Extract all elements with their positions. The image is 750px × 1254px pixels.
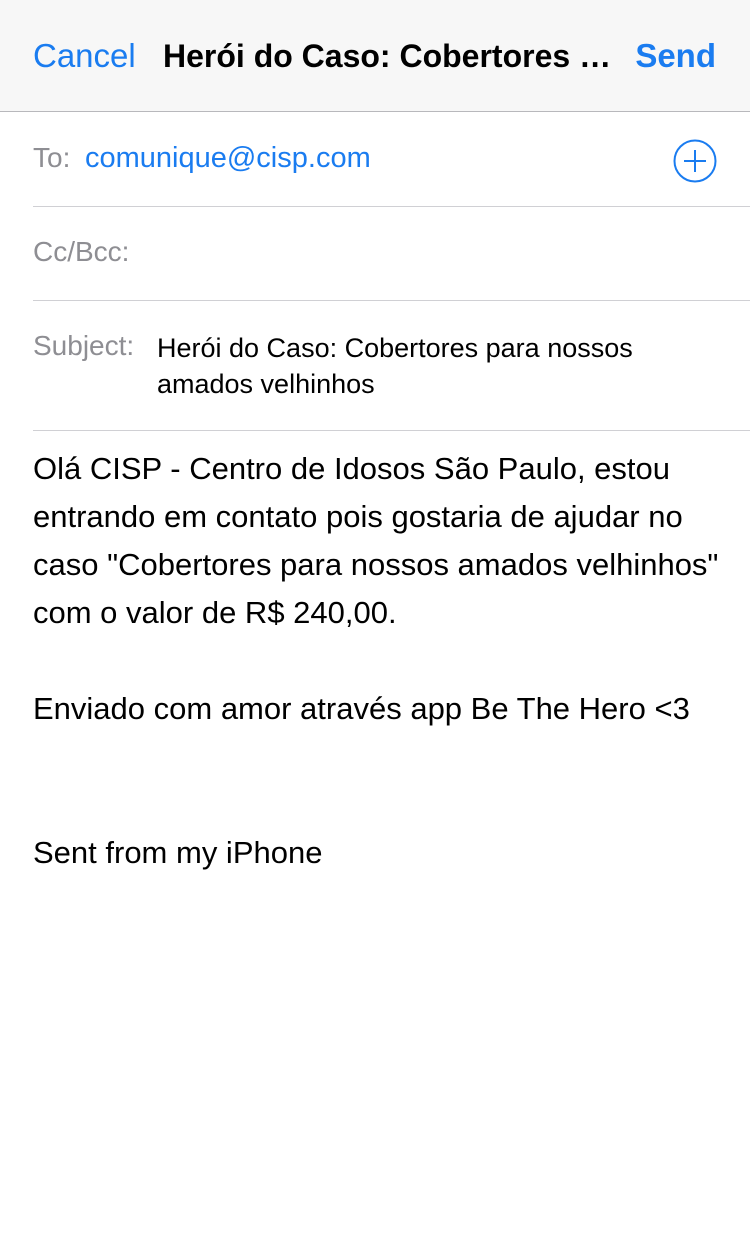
subject-label: Subject:: [33, 330, 135, 361]
subject-input[interactable]: Herói do Caso: Cobertores para nossos am…: [157, 330, 637, 402]
plus-circle-icon[interactable]: [673, 139, 717, 183]
cc-bcc-label: Cc/Bcc:: [33, 236, 130, 267]
cc-bcc-field[interactable]: Cc/Bcc:: [33, 207, 750, 301]
mail-compose-screen: Cancel Herói do Caso: Cobertores para no…: [0, 0, 750, 1254]
body-paragraph: Olá CISP - Centro de Idosos São Paulo, e…: [33, 451, 719, 630]
compose-title: Herói do Caso: Cobertores para nossos am…: [163, 38, 618, 74]
recipient-address[interactable]: comunique@cisp.com: [85, 140, 371, 176]
send-button[interactable]: Send: [635, 36, 716, 76]
cancel-button[interactable]: Cancel: [33, 36, 136, 76]
to-field[interactable]: To: comunique@cisp.com: [33, 113, 750, 207]
navigation-bar: Cancel Herói do Caso: Cobertores para no…: [0, 0, 750, 112]
subject-field[interactable]: Subject: Herói do Caso: Cobertores para …: [33, 301, 750, 431]
message-body[interactable]: Olá CISP - Centro de Idosos São Paulo, e…: [33, 445, 723, 877]
to-label: To:: [33, 142, 71, 173]
signature: Sent from my iPhone: [33, 835, 323, 870]
body-paragraph: Enviado com amor através app Be The Hero…: [33, 691, 690, 726]
